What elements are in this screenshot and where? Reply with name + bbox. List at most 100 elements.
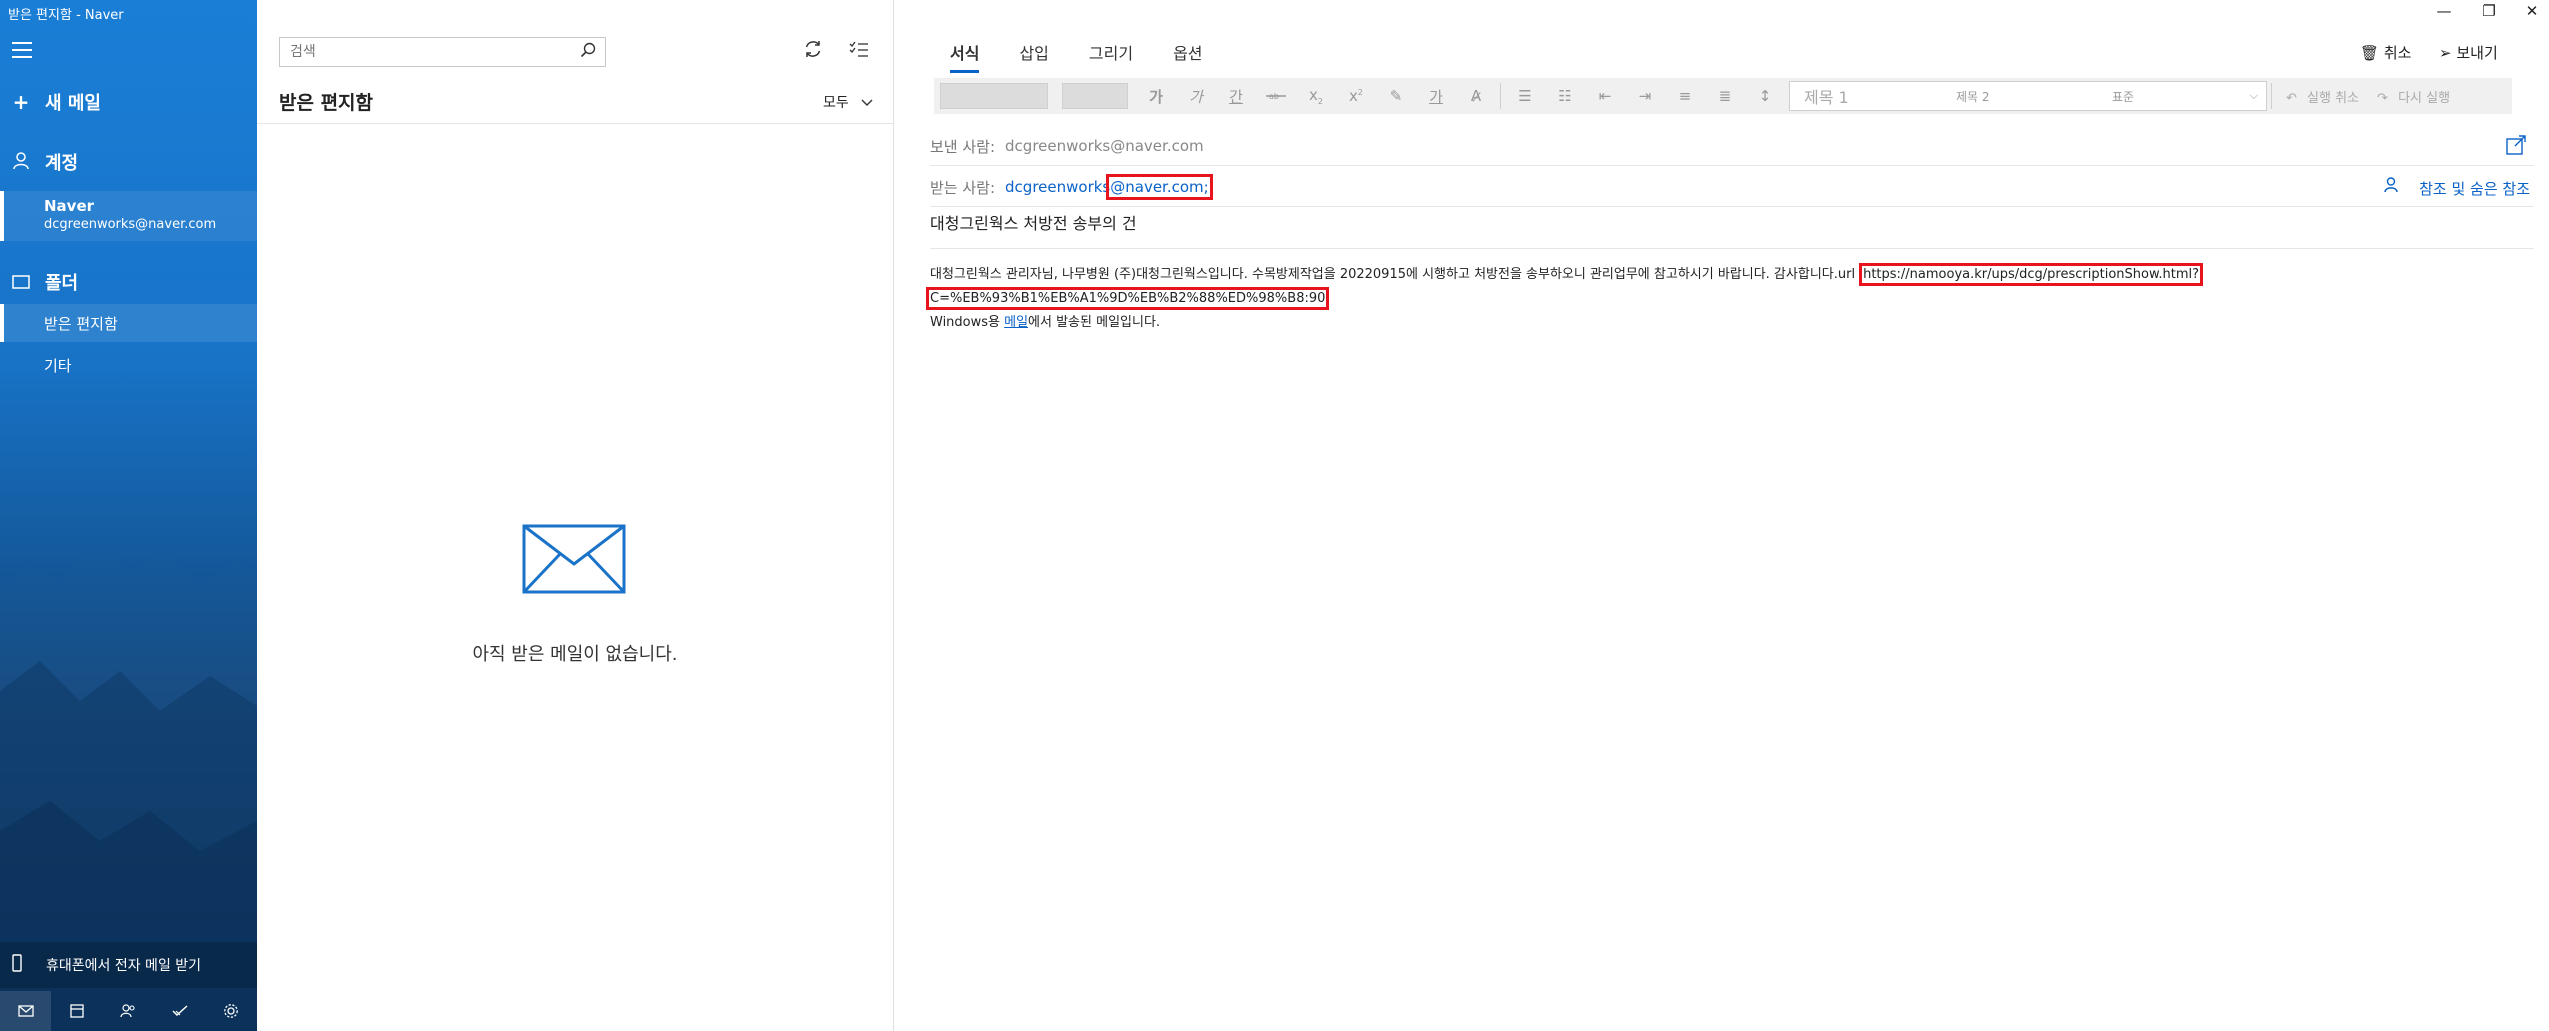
people-icon[interactable] (103, 991, 154, 1031)
to-row[interactable]: 받는 사람: dcgreenworks@naver.com; 참조 및 숨은 참… (930, 168, 2534, 207)
signature-mail-link[interactable]: 메일 (1004, 315, 1028, 330)
account-item-naver[interactable]: Naver dcgreenworks@naver.com (0, 191, 257, 241)
send-button[interactable]: ➢ 보내기 (2439, 42, 2498, 63)
todo-icon[interactable] (154, 991, 205, 1031)
discard-button[interactable]: 🗑 취소 (2360, 42, 2411, 63)
style-normal[interactable]: 표준 (2112, 88, 2134, 105)
filter-label: 모두 (823, 95, 849, 111)
close-icon[interactable]: ✕ (2512, 2, 2549, 20)
search-box[interactable] (279, 37, 606, 67)
folder-item-inbox[interactable]: 받은 편지함 (0, 304, 257, 342)
to-label: 받는 사람: (930, 178, 996, 197)
style-heading-2[interactable]: 제목 2 (1956, 88, 1990, 105)
from-value: dcgreenworks@naver.com (1005, 137, 1204, 155)
tab-format[interactable]: 서식 (950, 40, 980, 73)
underline-button[interactable]: 간 (1216, 86, 1256, 107)
cc-bcc-link[interactable]: 참조 및 숨은 참조 (2419, 178, 2530, 199)
restore-icon[interactable]: ❐ (2469, 2, 2509, 20)
message-list-pane: 받은 편지함 모두 아직 받은 메일이 없습니다. (257, 0, 894, 1031)
chevron-down-icon: ⌵ (2249, 89, 2258, 102)
folder-item-other[interactable]: 기타 (0, 346, 257, 384)
undo-icon: ↶ (2286, 90, 2297, 106)
signature-suffix: 에서 발송된 메일입니다. (1028, 315, 1161, 330)
undo-button[interactable]: ↶ 실행 취소 (2286, 87, 2359, 106)
account-name: Naver (44, 197, 95, 215)
superscript-button[interactable]: x2 (1336, 87, 1376, 105)
align-icon[interactable]: ≣ (1705, 87, 1745, 105)
tab-draw[interactable]: 그리기 (1089, 40, 1133, 73)
navigation-pane: 받은 편지함 - Naver + 새 메일 계정 Naver dcgreenwo… (0, 0, 257, 1031)
clear-format-icon[interactable]: A̷ (1456, 87, 1496, 105)
font-size-select[interactable] (1062, 83, 1128, 109)
chevron-down-icon (861, 95, 873, 111)
plus-icon: + (12, 90, 30, 114)
accounts-header[interactable]: 계정 (0, 148, 257, 176)
divider (257, 123, 893, 124)
phone-icon (12, 953, 28, 977)
strikethrough-button[interactable]: ab (1256, 87, 1296, 105)
to-recipient[interactable]: dcgreenworks@naver.com; (1005, 174, 1213, 200)
paragraph-icon[interactable]: ≡ (1665, 87, 1705, 105)
subject-field[interactable]: 대청그린웍스 처방전 송부의 건 (930, 210, 2534, 249)
calendar-icon[interactable] (51, 991, 102, 1031)
line-spacing-icon[interactable]: ↕ (1745, 87, 1785, 105)
tab-insert[interactable]: 삽입 (1019, 40, 1048, 73)
compose-pane: — ❐ ✕ 서식 삽입 그리기 옵션 🗑 취소 ➢ 보내기 가 가 간 ab x… (894, 0, 2549, 1031)
font-family-select[interactable] (940, 83, 1048, 109)
bold-button[interactable]: 가 (1136, 86, 1176, 107)
italic-button[interactable]: 가 (1176, 86, 1216, 107)
selection-indicator (0, 191, 4, 241)
folder-icon (11, 272, 31, 292)
get-mail-on-phone-button[interactable]: 휴대폰에서 전자 메일 받기 (0, 942, 257, 988)
bottom-app-bar (0, 991, 257, 1031)
mail-icon[interactable] (0, 991, 52, 1031)
redo-button[interactable]: ↷ 다시 실행 (2377, 87, 2450, 106)
open-in-new-window-icon[interactable] (2506, 135, 2526, 155)
folder-label: 받은 편지함 (44, 315, 118, 333)
divider (1500, 83, 1501, 109)
from-row[interactable]: 보낸 사람: dcgreenworks@naver.com (930, 127, 2534, 166)
search-input[interactable] (288, 43, 577, 61)
discard-label: 취소 (2383, 44, 2412, 62)
signature-prefix: Windows용 (930, 315, 1005, 330)
send-label: 보내기 (2456, 44, 2498, 62)
decrease-indent-icon[interactable]: ⇤ (1585, 87, 1625, 105)
accounts-header-label: 계정 (45, 153, 79, 174)
sync-icon[interactable] (799, 38, 827, 66)
ribbon-tabs: 서식 삽입 그리기 옵션 (950, 40, 1243, 73)
account-email: dcgreenworks@naver.com (44, 217, 217, 232)
bullet-list-icon[interactable]: ☰ (1505, 87, 1545, 105)
search-icon[interactable] (577, 42, 599, 62)
minimize-icon[interactable]: — (2424, 2, 2464, 20)
svg-text:ab: ab (1269, 92, 1279, 101)
filter-dropdown[interactable]: 모두 (823, 92, 873, 112)
numbered-list-icon[interactable]: ☷ (1545, 87, 1585, 105)
paragraph-style-select[interactable]: 제목 1 제목 2 표준 ⌵ (1789, 81, 2267, 111)
message-body[interactable]: 대청그린웍스 관리자님, 나무병원 (주)대청그린웍스입니다. 수목방제작업을 … (925, 263, 2546, 335)
folders-header[interactable]: 폴더 (0, 268, 257, 296)
tab-options[interactable]: 옵션 (1173, 40, 1202, 73)
style-heading-1[interactable]: 제목 1 (1804, 84, 1849, 108)
folders-header-label: 폴더 (45, 273, 79, 294)
person-icon[interactable] (2384, 177, 2398, 198)
redo-label: 다시 실행 (2398, 90, 2451, 106)
divider (2271, 83, 2272, 109)
format-toolbar: 가 가 간 ab x2 x2 ✎ 가 A̷ ☰ ☷ ⇤ ⇥ ≡ ≣ ↕ 제목 1… (934, 78, 2512, 114)
selection-mode-icon[interactable] (845, 38, 873, 66)
highlight-icon[interactable]: ✎ (1376, 87, 1416, 105)
window-title: 받은 편지함 - Naver (8, 8, 124, 23)
increase-indent-icon[interactable]: ⇥ (1625, 87, 1665, 105)
new-mail-label: 새 메일 (45, 93, 101, 114)
to-recipient-domain: @naver.com; (1106, 174, 1213, 200)
person-icon (11, 151, 31, 173)
settings-icon[interactable] (206, 991, 257, 1031)
new-mail-button[interactable]: + 새 메일 (0, 88, 257, 116)
body-text: 대청그린웍스 관리자님, 나무병원 (주)대청그린웍스입니다. 수목방제작업을 … (930, 267, 1856, 282)
folder-title: 받은 편지함 (279, 92, 374, 114)
hamburger-menu-button[interactable] (12, 42, 32, 58)
folder-label: 기타 (44, 357, 72, 375)
subscript-button[interactable]: x2 (1296, 86, 1336, 106)
font-color-button[interactable]: 가 (1416, 86, 1456, 107)
get-mail-on-phone-label: 휴대폰에서 전자 메일 받기 (46, 958, 202, 974)
from-label: 보낸 사람: (930, 137, 996, 156)
